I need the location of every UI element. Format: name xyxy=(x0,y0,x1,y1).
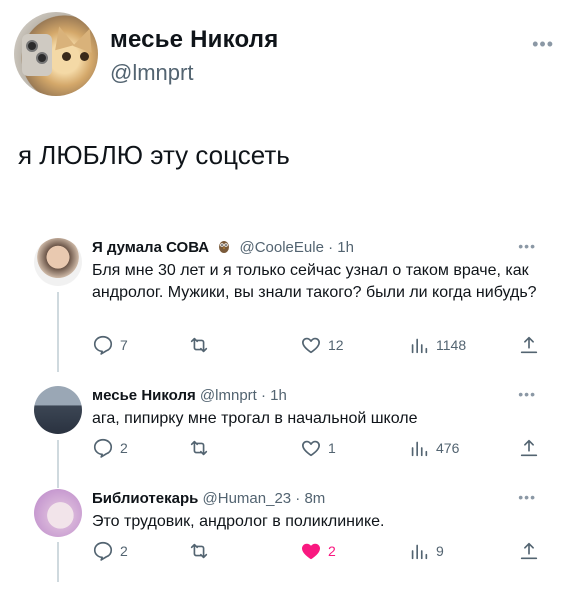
views-count: 9 xyxy=(436,543,444,559)
retweet-button[interactable] xyxy=(188,540,210,562)
handle-and-time[interactable]: @lmnprt · 1h xyxy=(200,387,287,404)
reply-count: 2 xyxy=(120,543,128,559)
heart-icon xyxy=(302,440,320,457)
more-horizontal-icon[interactable]: ••• xyxy=(518,386,536,402)
retweet-button[interactable] xyxy=(188,334,210,356)
reply-count: 7 xyxy=(120,337,128,353)
views-button[interactable]: 1148 xyxy=(408,334,466,356)
avatar[interactable] xyxy=(34,238,82,286)
share-button[interactable] xyxy=(518,437,540,459)
like-button[interactable]: 1 xyxy=(300,437,336,459)
more-horizontal-icon[interactable]: ••• xyxy=(518,238,536,254)
like-count: 12 xyxy=(328,337,344,353)
reply-button[interactable]: 2 xyxy=(92,540,128,562)
author-name[interactable]: Я думала СОВА xyxy=(92,239,209,256)
reply-tweet[interactable]: месье Николя @lmnprt · 1h ага, пипирку м… xyxy=(34,386,554,486)
views-count: 1148 xyxy=(436,337,467,353)
reply-count: 2 xyxy=(120,440,128,456)
action-bar: 2 2 9 xyxy=(92,540,552,564)
handle-and-time[interactable]: @Human_23 · 8m xyxy=(203,490,326,507)
reply-button[interactable]: 2 xyxy=(92,437,128,459)
heart-filled-icon xyxy=(302,543,320,560)
retweet-button[interactable] xyxy=(188,437,210,459)
views-icon xyxy=(411,441,428,457)
main-tweet-header: месье Николя @lmnprt ••• xyxy=(14,12,564,102)
action-bar: 7 12 1148 xyxy=(92,334,552,358)
views-icon xyxy=(411,544,428,560)
avatar[interactable] xyxy=(34,489,82,537)
reply-icon xyxy=(93,541,113,561)
reply-text: Это трудовик, андролог в поликлинике. xyxy=(92,513,385,530)
reply-icon xyxy=(93,335,113,355)
share-button[interactable] xyxy=(518,334,540,356)
share-button[interactable] xyxy=(518,540,540,562)
views-count: 476 xyxy=(436,440,460,456)
handle-and-time[interactable]: @CooleEule · 1h xyxy=(239,239,353,256)
more-horizontal-icon[interactable]: ••• xyxy=(532,34,554,55)
heart-icon xyxy=(302,337,320,354)
like-button[interactable]: 12 xyxy=(300,334,344,356)
share-icon xyxy=(520,542,538,560)
like-count: 1 xyxy=(328,440,336,456)
action-bar: 2 1 476 xyxy=(92,437,552,461)
like-button[interactable]: 2 xyxy=(300,540,336,562)
reply-text: ага, пипирку мне трогал в начальной школ… xyxy=(92,410,418,427)
reply-tweet[interactable]: Библиотекарь @Human_23 · 8m Это трудовик… xyxy=(34,489,554,589)
author-name[interactable]: месье Николя xyxy=(92,387,196,404)
views-button[interactable]: 9 xyxy=(408,540,444,562)
views-icon xyxy=(411,338,428,354)
author-name[interactable]: месье Николя xyxy=(110,26,278,54)
like-count: 2 xyxy=(328,543,336,559)
share-icon xyxy=(520,439,538,457)
reply-icon xyxy=(93,438,113,458)
more-horizontal-icon[interactable]: ••• xyxy=(518,489,536,505)
owl-emoji-icon xyxy=(217,239,231,253)
reply-button[interactable]: 7 xyxy=(92,334,128,356)
avatar[interactable] xyxy=(34,386,82,434)
reply-text: Бля мне 30 лет и я только сейчас узнал о… xyxy=(92,262,537,301)
retweet-icon xyxy=(190,543,208,559)
author-handle[interactable]: @lmnprt xyxy=(110,60,193,86)
avatar[interactable] xyxy=(14,12,98,96)
tweet-text: я ЛЮБЛЮ эту соцсеть xyxy=(18,140,290,170)
retweet-icon xyxy=(190,440,208,456)
author-name[interactable]: Библиотекарь xyxy=(92,490,198,507)
share-icon xyxy=(520,336,538,354)
views-button[interactable]: 476 xyxy=(408,437,459,459)
retweet-icon xyxy=(190,337,208,353)
